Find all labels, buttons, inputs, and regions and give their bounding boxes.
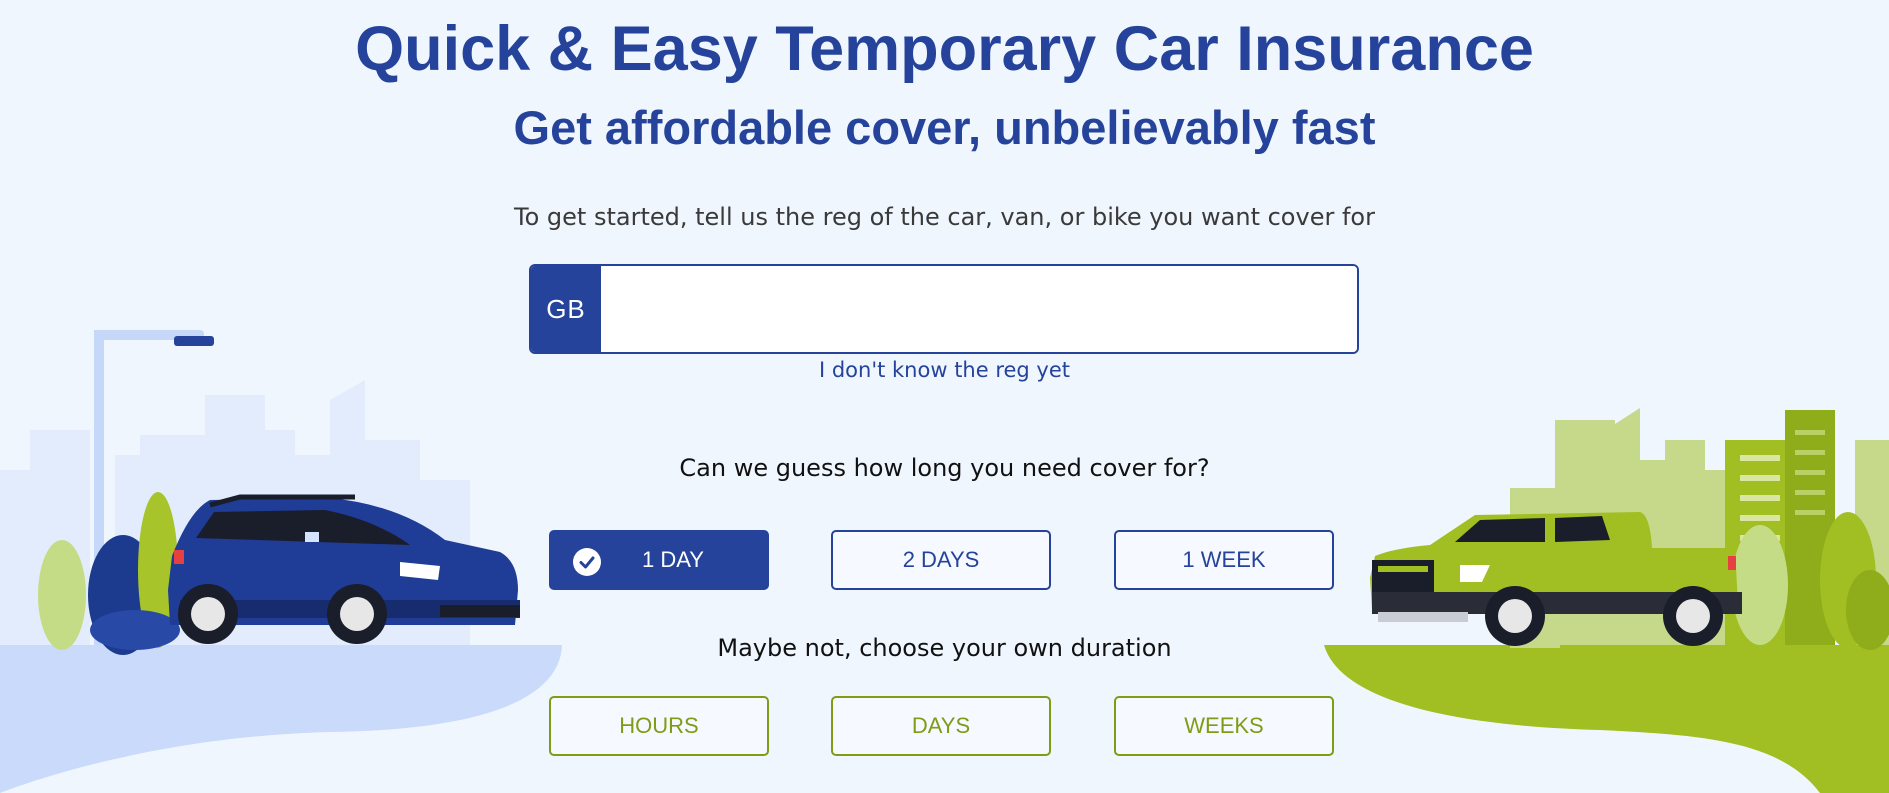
weeks-button[interactable]: WEEKS bbox=[1114, 696, 1334, 756]
country-code-badge: GB bbox=[531, 266, 601, 352]
duration-guess-question: Can we guess how long you need cover for… bbox=[679, 454, 1210, 482]
duration-1-day-label: 1 DAY bbox=[642, 547, 704, 572]
duration-1-week-button[interactable]: 1 WEEK bbox=[1114, 530, 1334, 590]
days-button[interactable]: DAYS bbox=[831, 696, 1051, 756]
duration-2-days-label: 2 DAYS bbox=[902, 547, 980, 572]
reg-prompt: To get started, tell us the reg of the c… bbox=[514, 203, 1375, 231]
days-label: DAYS bbox=[911, 713, 971, 738]
unknown-reg-link[interactable]: I don't know the reg yet bbox=[0, 358, 1889, 382]
hours-label: HOURS bbox=[619, 713, 699, 738]
page-title: Quick & Easy Temporary Car Insurance bbox=[355, 14, 1534, 84]
weeks-label: WEEKS bbox=[1184, 713, 1264, 738]
duration-2-days-button[interactable]: 2 DAYS bbox=[831, 530, 1051, 590]
duration-1-day-button[interactable]: 1 DAY bbox=[549, 530, 769, 590]
check-circle-icon bbox=[573, 548, 601, 576]
reg-input-group: GB bbox=[529, 264, 1359, 354]
page-subtitle: Get affordable cover, unbelievably fast bbox=[513, 101, 1376, 154]
hours-button[interactable]: HOURS bbox=[549, 696, 769, 756]
registration-input[interactable] bbox=[601, 266, 1357, 352]
duration-1-week-label: 1 WEEK bbox=[1182, 547, 1266, 572]
custom-duration-heading: Maybe not, choose your own duration bbox=[717, 634, 1172, 662]
